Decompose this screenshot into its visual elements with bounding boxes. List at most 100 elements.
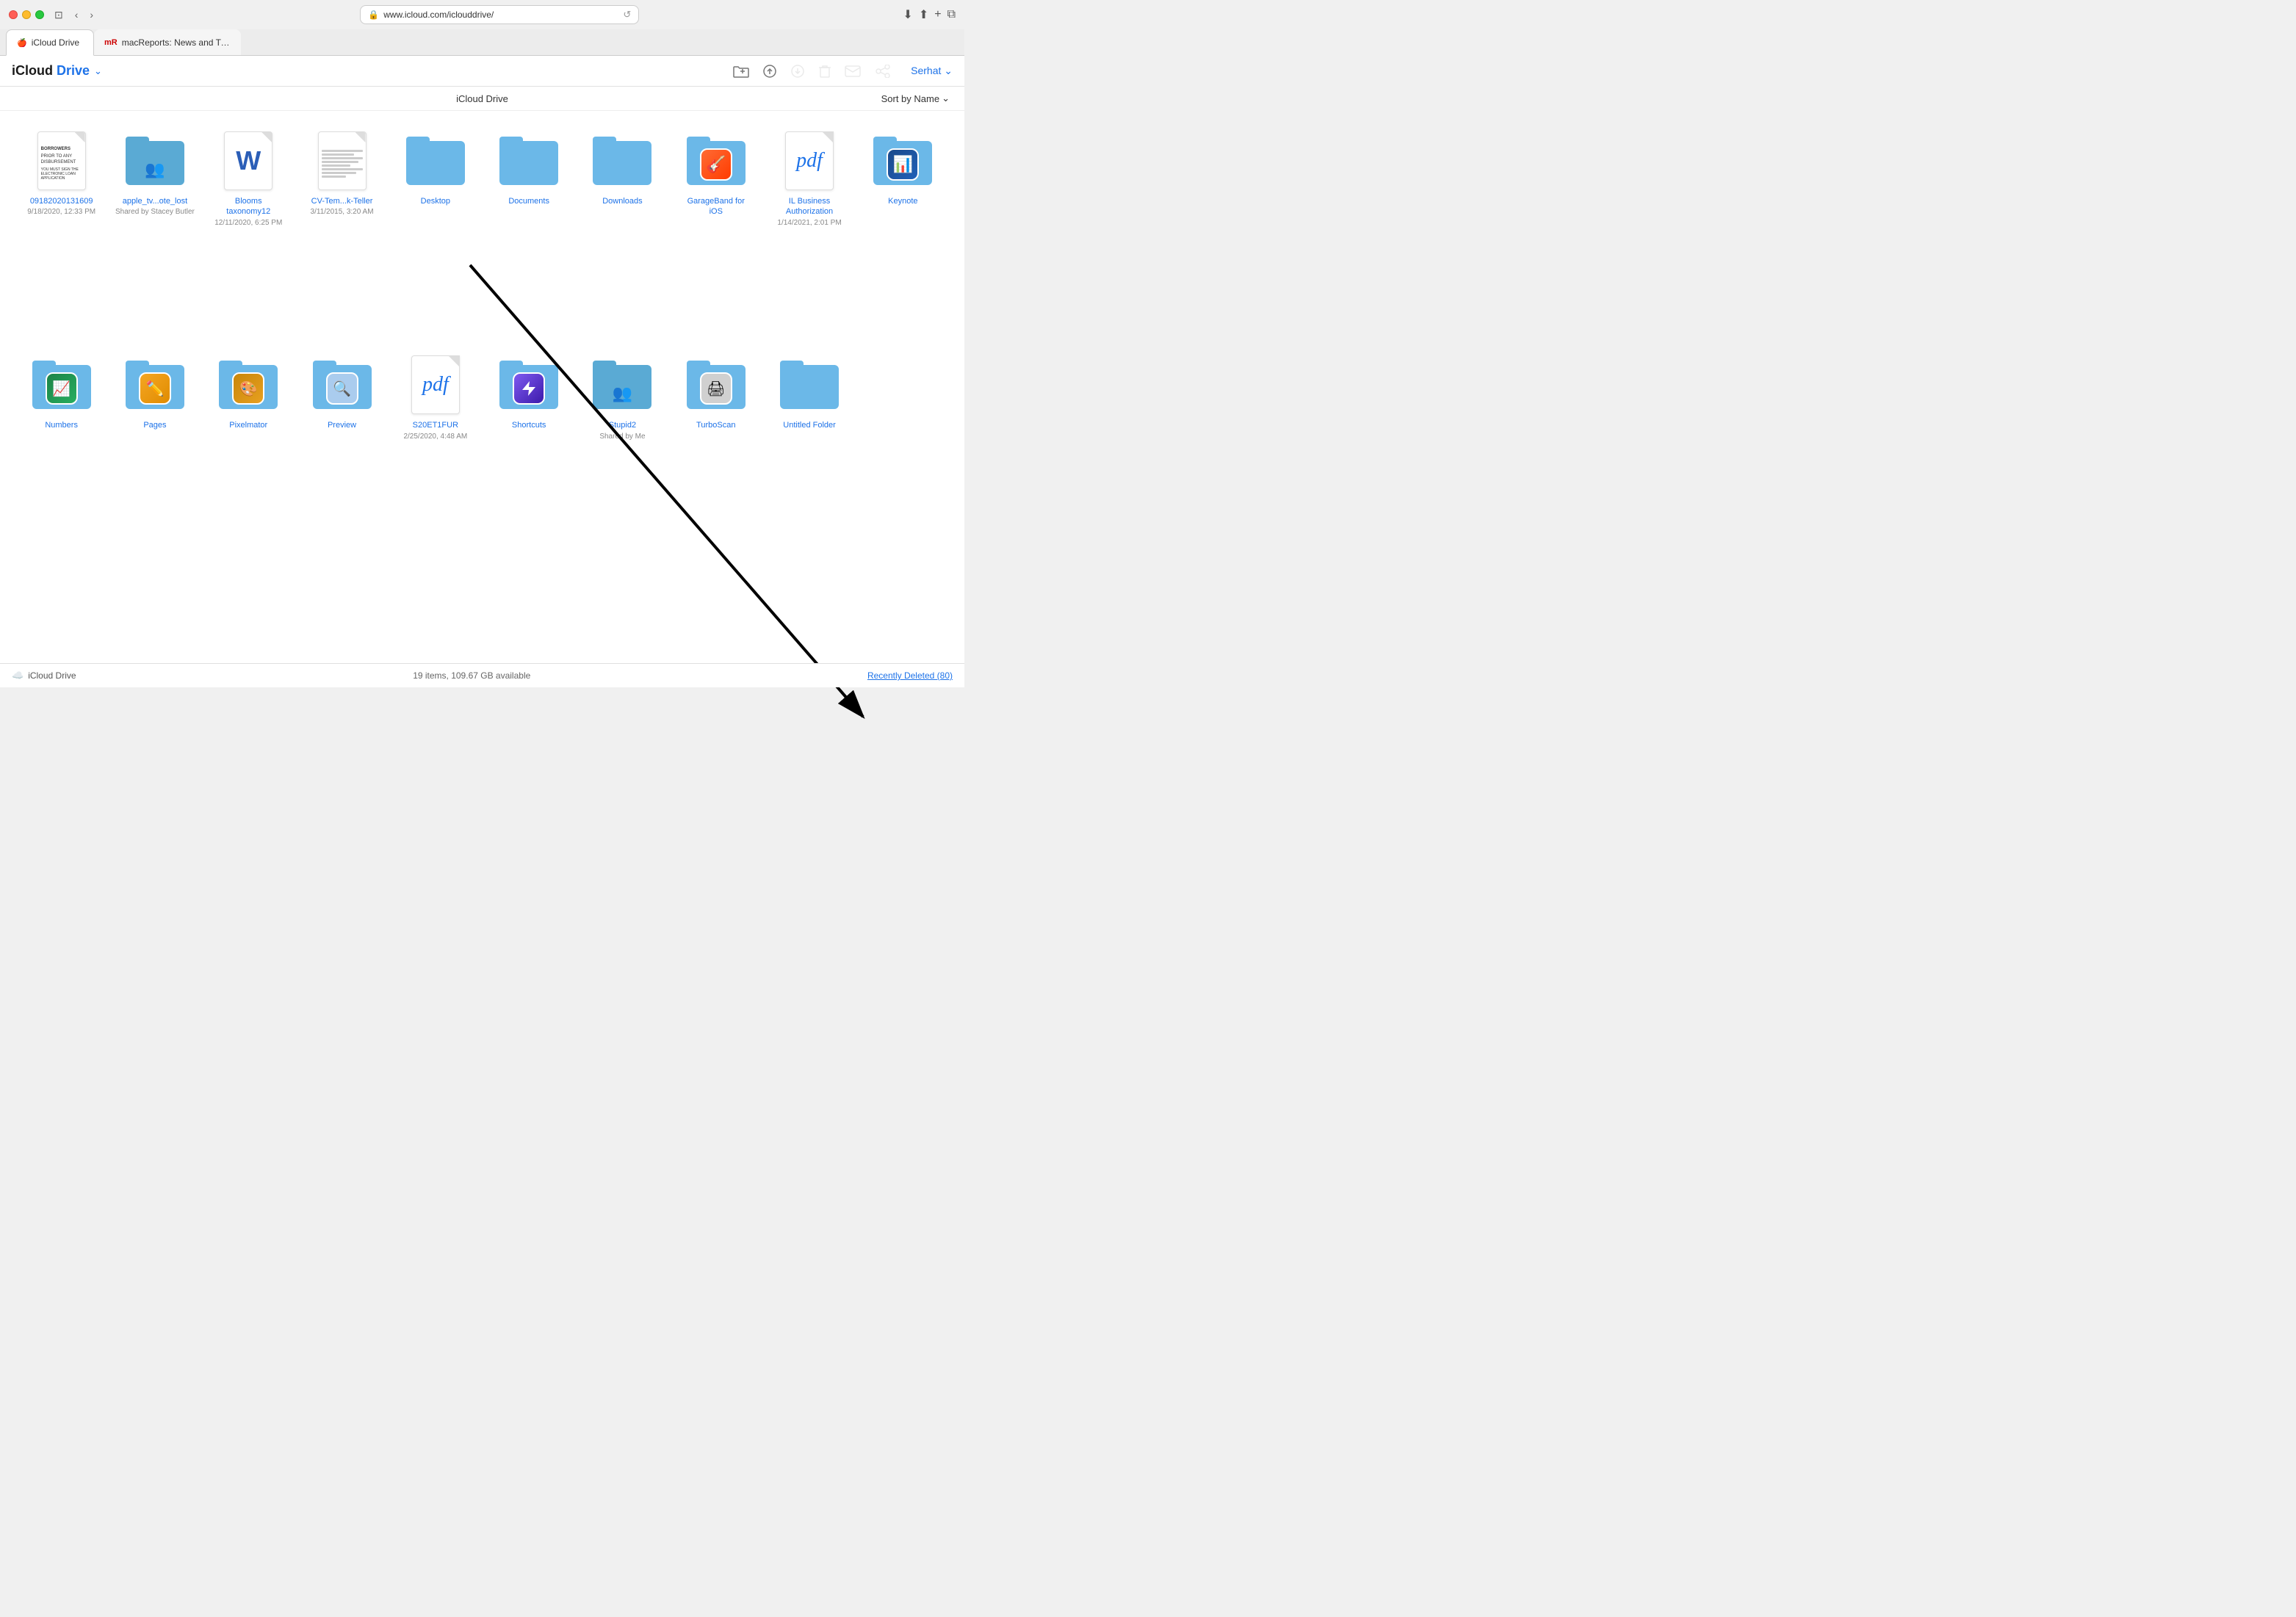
drive-text: Drive — [57, 63, 90, 78]
status-info: 19 items, 109.67 GB available — [413, 670, 530, 681]
folder-shape: ✏️ — [126, 361, 184, 409]
file-item-blooms[interactable]: W Blooms taxonomy12 12/11/2020, 6:25 PM — [205, 126, 292, 342]
share-icon[interactable]: ⬆ — [919, 7, 928, 22]
file-item-stupid2[interactable]: 👥 Stupid2 Shared by Me — [579, 350, 666, 556]
file-name-pages: Pages — [143, 420, 166, 430]
toolbar-actions — [733, 64, 890, 79]
file-icon-cv-tem — [313, 131, 372, 190]
sidebar-toggle-button[interactable]: ⊡ — [51, 7, 66, 23]
folder-shape — [406, 137, 465, 185]
file-item-downloads[interactable]: Downloads — [579, 126, 666, 342]
pdf-file-icon-s20: pdf — [411, 355, 460, 414]
download-to-button[interactable] — [790, 64, 805, 79]
file-item-cv-tem[interactable]: CV-Tem...k-Teller 3/11/2015, 3:20 AM — [298, 126, 386, 342]
file-item-09182020[interactable]: BORROWERS PRIOR TO ANY DISBURSEMENT YOU … — [18, 126, 105, 342]
file-item-turboscan[interactable]: 🖨 TurboScan — [672, 350, 759, 556]
maximize-button[interactable] — [35, 10, 44, 19]
file-name-blooms: Blooms taxonomy12 — [215, 196, 281, 217]
recently-deleted-link[interactable]: Recently Deleted (80) — [867, 670, 953, 681]
folder-icon-apple-tv: 👥 — [126, 131, 184, 190]
folder-shape — [780, 361, 839, 409]
file-name-cv-tem: CV-Tem...k-Teller — [311, 196, 373, 206]
folder-shape: 🖨 — [687, 361, 746, 409]
delete-button[interactable] — [818, 64, 831, 79]
close-button[interactable] — [9, 10, 18, 19]
tab-icloud-label: iCloud Drive — [32, 37, 83, 48]
file-item-documents[interactable]: Documents — [485, 126, 573, 342]
back-button[interactable]: ‹ — [72, 7, 82, 22]
status-icloud-icon: ☁️ — [12, 670, 24, 681]
sort-button[interactable]: Sort by Name ⌄ — [881, 93, 950, 104]
new-folder-button[interactable] — [733, 64, 749, 79]
folder-body — [499, 141, 558, 185]
sort-label: Sort by Name — [881, 93, 939, 104]
tab-macreports[interactable]: mR macReports: News and Tips for Mac, iP… — [94, 29, 241, 55]
folder-icon-preview: 🔍 — [313, 355, 372, 414]
minimize-button[interactable] — [22, 10, 31, 19]
file-name-il-business: IL Business Authorization — [776, 196, 842, 217]
folder-shape — [499, 361, 558, 409]
file-item-preview[interactable]: 🔍 Preview — [298, 350, 386, 556]
file-date-blooms: 12/11/2020, 6:25 PM — [214, 218, 282, 228]
file-name-turboscan: TurboScan — [696, 420, 735, 430]
file-item-numbers[interactable]: 📈 Numbers — [18, 350, 105, 556]
email-button[interactable] — [845, 65, 861, 77]
folder-shape: 👥 — [593, 361, 651, 409]
file-name-shortcuts: Shortcuts — [512, 420, 546, 430]
tab-bar: 🍎 iCloud Drive mR macReports: News and T… — [0, 29, 964, 56]
add-tab-icon[interactable]: + — [934, 8, 941, 21]
doc-content: BORROWERS PRIOR TO ANY DISBURSEMENT YOU … — [38, 138, 85, 184]
folder-icon-shortcuts — [499, 355, 558, 414]
file-item-pages[interactable]: ✏️ Pages — [111, 350, 198, 556]
folder-body: 📈 — [32, 365, 91, 409]
tabs-overview-icon[interactable]: ⧉ — [947, 8, 956, 21]
folder-icon-documents — [499, 131, 558, 190]
file-name-keynote: Keynote — [888, 196, 917, 206]
word-icon: W — [224, 131, 272, 190]
share-button[interactable] — [874, 65, 890, 78]
file-icon-s20et1fur: pdf — [406, 355, 465, 414]
file-item-garageband[interactable]: 🎸 GarageBand for iOS — [672, 126, 759, 342]
file-item-s20et1fur[interactable]: pdf S20ET1FUR 2/25/2020, 4:48 AM — [391, 350, 479, 556]
browser-titlebar: ⊡ ‹ › 🔒 www.icloud.com/iclouddrive/ ↺ ⬇ … — [0, 0, 964, 29]
file-item-keynote[interactable]: 📊 Keynote — [859, 126, 947, 342]
folder-body: ✏️ — [126, 365, 184, 409]
folder-body: 👥 — [593, 365, 651, 409]
tab-macreports-label: macReports: News and Tips for Mac, iPhon… — [122, 37, 231, 48]
files-grid: BORROWERS PRIOR TO ANY DISBURSEMENT YOU … — [0, 111, 964, 687]
title-chevron-icon[interactable]: ⌄ — [94, 65, 102, 77]
file-icon-blooms: W — [219, 131, 278, 190]
address-bar-container: 🔒 www.icloud.com/iclouddrive/ ↺ — [104, 5, 895, 24]
upload-button[interactable] — [762, 64, 777, 79]
folder-icon-pixelmator: 🎨 — [219, 355, 278, 414]
file-item-il-business[interactable]: pdf IL Business Authorization 1/14/2021,… — [765, 126, 853, 342]
address-bar[interactable]: 🔒 www.icloud.com/iclouddrive/ ↺ — [360, 5, 639, 24]
user-menu-button[interactable]: Serhat ⌄ — [911, 65, 953, 77]
folder-body: 🔍 — [313, 365, 372, 409]
file-item-apple-tv[interactable]: 👥 apple_tv...ote_lost Shared by Stacey B… — [111, 126, 198, 342]
icloud-app: iCloud Drive ⌄ — [0, 56, 964, 687]
tab-favicon-icloud: 🍎 — [17, 38, 27, 48]
tab-icloud-drive[interactable]: 🍎 iCloud Drive — [6, 29, 94, 56]
file-name-stupid2: Stupid2 — [609, 420, 636, 430]
status-info-text: 19 items, 109.67 GB available — [413, 670, 530, 681]
download-icon[interactable]: ⬇ — [903, 7, 912, 22]
file-subtitle-stupid2: Shared by Me — [599, 432, 645, 441]
icloud-text: iCloud — [12, 63, 53, 78]
folder-body — [406, 141, 465, 185]
file-name-documents: Documents — [508, 196, 549, 206]
sort-chevron-icon: ⌄ — [942, 93, 950, 104]
folder-body: 👥 — [126, 141, 184, 185]
forward-button[interactable]: › — [87, 7, 96, 22]
file-item-untitled-folder[interactable]: Untitled Folder — [765, 350, 853, 556]
file-date-09182020: 9/18/2020, 12:33 PM — [27, 207, 95, 217]
folder-icon-stupid2: 👥 — [593, 355, 651, 414]
file-item-desktop[interactable]: Desktop — [391, 126, 479, 342]
file-item-shortcuts[interactable]: Shortcuts — [485, 350, 573, 556]
browser-nav-controls: ⊡ ‹ › — [51, 7, 96, 23]
doc-icon-cv — [318, 131, 367, 190]
reload-icon[interactable]: ↺ — [623, 9, 631, 21]
subheader-title: iCloud Drive — [326, 93, 638, 104]
folder-shape: 👥 — [126, 137, 184, 185]
file-item-pixelmator[interactable]: 🎨 Pixelmator — [205, 350, 292, 556]
